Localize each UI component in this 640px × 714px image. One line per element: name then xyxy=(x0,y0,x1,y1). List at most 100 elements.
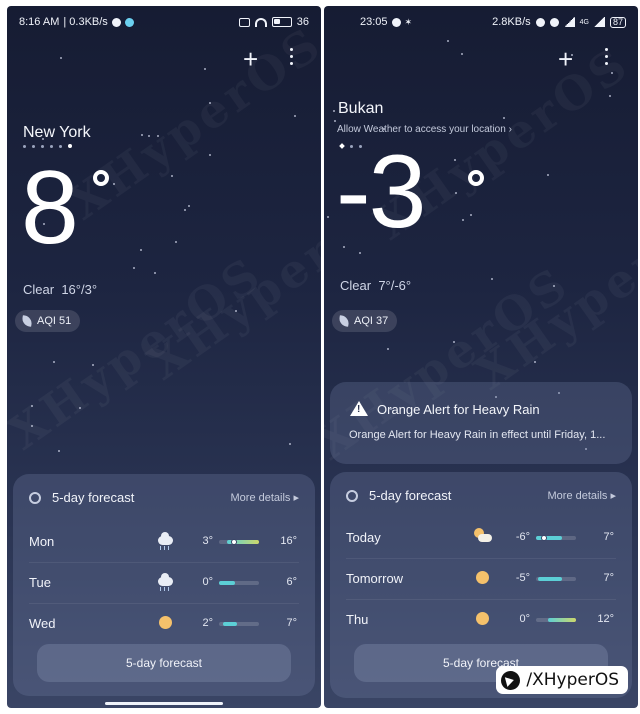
leaf-icon xyxy=(21,315,33,327)
battery-level: 36 xyxy=(296,16,309,28)
forecast-low: 3° xyxy=(202,535,213,547)
forecast-low: -5° xyxy=(515,572,530,584)
more-options-icon[interactable] xyxy=(605,48,609,65)
star-dot xyxy=(387,348,389,350)
range-fill xyxy=(538,577,562,581)
whatsapp-icon xyxy=(391,17,401,27)
forecast-high: 7° xyxy=(603,531,614,543)
star-dot xyxy=(547,174,549,176)
star-dot xyxy=(289,443,291,445)
forecast-row[interactable]: Tue 0° 6° xyxy=(29,563,299,603)
more-details-label: More details xyxy=(547,490,608,502)
aqi-badge[interactable]: AQI 37 xyxy=(332,310,398,332)
forecast-title: 5-day forecast xyxy=(52,490,135,505)
signal-icon-2 xyxy=(593,17,605,27)
sun-icon xyxy=(474,610,492,628)
star-dot xyxy=(461,53,463,55)
star-dot xyxy=(462,219,464,221)
weather-alert-card[interactable]: Orange Alert for Heavy Rain Orange Alert… xyxy=(330,382,632,464)
star-dot xyxy=(175,241,177,243)
wifi-icon xyxy=(254,17,267,27)
condition-text: Clear xyxy=(340,278,372,293)
forecast-title: 5-day forecast xyxy=(369,488,452,503)
range-fill xyxy=(219,581,235,585)
add-city-button[interactable]: + xyxy=(558,46,573,72)
more-details-link[interactable]: More details ▸ xyxy=(548,489,617,502)
app-notification-icon xyxy=(124,17,134,27)
city-name: New York xyxy=(23,124,91,141)
aqi-value: AQI 51 xyxy=(37,315,72,327)
forecast-header: 5-day forecast More details ▸ xyxy=(29,489,299,507)
sparkle-icon: ✶ xyxy=(404,16,413,27)
city-name: Bukan xyxy=(338,100,384,117)
forecast-card: 5-day forecast More details ▸ Today -6° 7°… xyxy=(330,472,632,698)
current-temp-marker xyxy=(541,534,547,541)
forecast-day: Tue xyxy=(29,575,51,590)
forecast-low: -6° xyxy=(515,531,530,543)
star-dot xyxy=(294,115,296,117)
temperature-range-bar xyxy=(219,581,259,585)
star-dot xyxy=(58,450,60,452)
warning-icon xyxy=(350,401,368,416)
forecast-high: 7° xyxy=(286,617,297,629)
aqi-badge[interactable]: AQI 51 xyxy=(15,310,81,332)
battery-icon: 87 xyxy=(609,16,626,28)
notification-icon xyxy=(111,17,121,27)
signal-icon xyxy=(563,17,575,27)
more-details-link[interactable]: More details ▸ xyxy=(231,491,300,504)
forecast-row[interactable]: Thu 0° 12° xyxy=(346,600,616,640)
forecast-high: 16° xyxy=(280,535,297,547)
sun-icon xyxy=(474,569,492,587)
star-dot xyxy=(171,175,173,177)
forecast-row[interactable]: Mon 3° 16° xyxy=(29,522,299,562)
calendar-icon xyxy=(346,490,358,502)
forecast-day: Thu xyxy=(346,612,369,627)
sim-icon xyxy=(238,17,250,27)
degree-symbol xyxy=(93,170,109,186)
temperature-range-bar xyxy=(536,618,576,622)
status-bar: 23:05 ✶ 2.8KB/s 4G 87 xyxy=(324,14,638,32)
star-dot xyxy=(333,110,335,112)
star-dot xyxy=(327,216,329,218)
alert-title: Orange Alert for Heavy Rain xyxy=(377,402,540,417)
temperature-range: 7°/-6° xyxy=(378,278,412,293)
current-temperature: 8 xyxy=(21,150,79,266)
forecast-day: Tomorrow xyxy=(346,571,404,586)
forecast-row[interactable]: Today -6° 7° xyxy=(346,518,616,558)
star-dot xyxy=(133,267,135,269)
forecast-row[interactable]: Tomorrow -5° 7° xyxy=(346,559,616,599)
star-dot xyxy=(470,214,472,216)
forecast-high: 12° xyxy=(597,613,614,625)
forecast-high: 7° xyxy=(603,572,614,584)
five-day-forecast-button[interactable]: 5-day forecast xyxy=(37,644,291,682)
forecast-day: Mon xyxy=(29,534,55,549)
temperature-range: 16°/3° xyxy=(61,282,98,297)
rain-cloud-icon xyxy=(157,532,175,550)
temperature-range-bar xyxy=(536,577,576,581)
city-pager[interactable] xyxy=(23,144,72,148)
star-dot xyxy=(184,209,186,211)
gesture-bar[interactable] xyxy=(105,702,223,705)
star-dot xyxy=(447,40,449,42)
add-city-button[interactable]: + xyxy=(243,46,258,72)
forecast-header: 5-day forecast More details ▸ xyxy=(346,487,616,505)
current-temperature: -3 xyxy=(336,134,426,250)
star-dot xyxy=(209,154,211,156)
star-dot xyxy=(491,278,493,280)
forecast-low: 0° xyxy=(202,576,213,588)
status-network-speed: 2.8KB/s xyxy=(492,16,531,28)
status-network-speed: | 0.3KB/s xyxy=(63,16,108,28)
more-options-icon[interactable] xyxy=(290,48,294,65)
condition-summary: Clear 16°/3° xyxy=(23,282,97,297)
forecast-row[interactable]: Wed 2° 7° xyxy=(29,604,299,644)
weather-screen-new-york: XHyperOS XHyperOS XHyperOS 8:16 AM | 0.3… xyxy=(7,6,321,708)
range-fill xyxy=(548,618,576,622)
star-dot xyxy=(53,361,55,363)
temperature-range-bar xyxy=(219,622,259,626)
sun-icon xyxy=(157,614,175,632)
watermark-text: XHyperOS xyxy=(138,176,321,390)
rain-cloud-icon xyxy=(157,573,175,591)
condition-text: Clear xyxy=(23,282,55,297)
forecast-day: Today xyxy=(346,530,381,545)
star-dot xyxy=(188,205,190,207)
